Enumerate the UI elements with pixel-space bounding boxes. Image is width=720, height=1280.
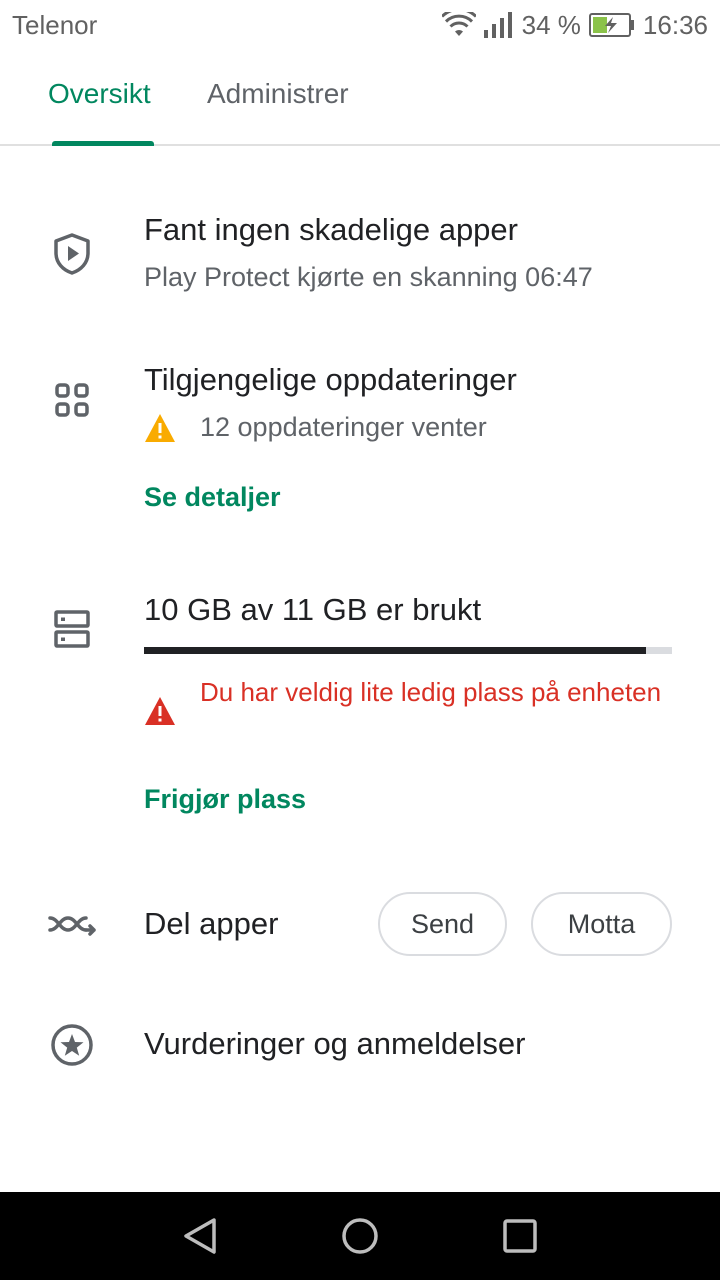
storage-title: 10 GB av 11 GB er brukt bbox=[144, 592, 482, 627]
shield-play-icon bbox=[48, 230, 96, 278]
battery-charging-icon bbox=[588, 13, 634, 37]
protect-title[interactable]: Fant ingen skadelige apper bbox=[144, 212, 518, 248]
status-bar: Telenor 34 % 16:36 bbox=[0, 0, 720, 48]
storage-usage-bar bbox=[144, 647, 672, 654]
system-nav-bar bbox=[0, 1192, 720, 1280]
wifi-icon bbox=[441, 12, 476, 36]
see-details-link[interactable]: Se detaljer bbox=[144, 482, 281, 513]
storage-usage-fill bbox=[144, 647, 646, 654]
signal-icon bbox=[483, 12, 512, 38]
apps-grid-icon bbox=[48, 376, 96, 424]
send-button[interactable]: Send bbox=[378, 892, 507, 956]
ratings-title[interactable]: Vurderinger og anmeldelser bbox=[144, 1026, 525, 1062]
back-icon[interactable] bbox=[174, 1210, 226, 1262]
low-storage-warning: Du har veldig lite ledig plass på enhete… bbox=[200, 677, 662, 707]
recents-icon[interactable] bbox=[494, 1210, 546, 1262]
free-up-space-link[interactable]: Frigjør plass bbox=[144, 784, 306, 815]
error-triangle-icon bbox=[145, 697, 175, 725]
receive-button[interactable]: Motta bbox=[531, 892, 672, 956]
tab-bar: Oversikt Administrer bbox=[0, 48, 720, 146]
active-tab-indicator bbox=[52, 141, 154, 146]
clock: 16:36 bbox=[642, 9, 708, 40]
tab-overview[interactable]: Oversikt bbox=[48, 78, 151, 110]
warning-triangle-icon bbox=[145, 414, 175, 442]
battery-percent: 34 % bbox=[521, 9, 581, 40]
storage-icon bbox=[48, 605, 96, 653]
tab-manage[interactable]: Administrer bbox=[207, 78, 349, 110]
share-apps-icon bbox=[48, 900, 96, 948]
star-circle-icon bbox=[48, 1021, 96, 1069]
carrier-name: Telenor bbox=[12, 10, 98, 40]
protect-subtitle: Play Protect kjørte en skanning 06:47 bbox=[144, 262, 593, 292]
home-icon[interactable] bbox=[334, 1210, 386, 1262]
updates-status: 12 oppdateringer venter bbox=[200, 412, 487, 442]
status-indicators: 34 % 16:36 bbox=[441, 8, 708, 42]
share-apps-title: Del apper bbox=[144, 906, 279, 941]
updates-title[interactable]: Tilgjengelige oppdateringer bbox=[144, 362, 517, 398]
